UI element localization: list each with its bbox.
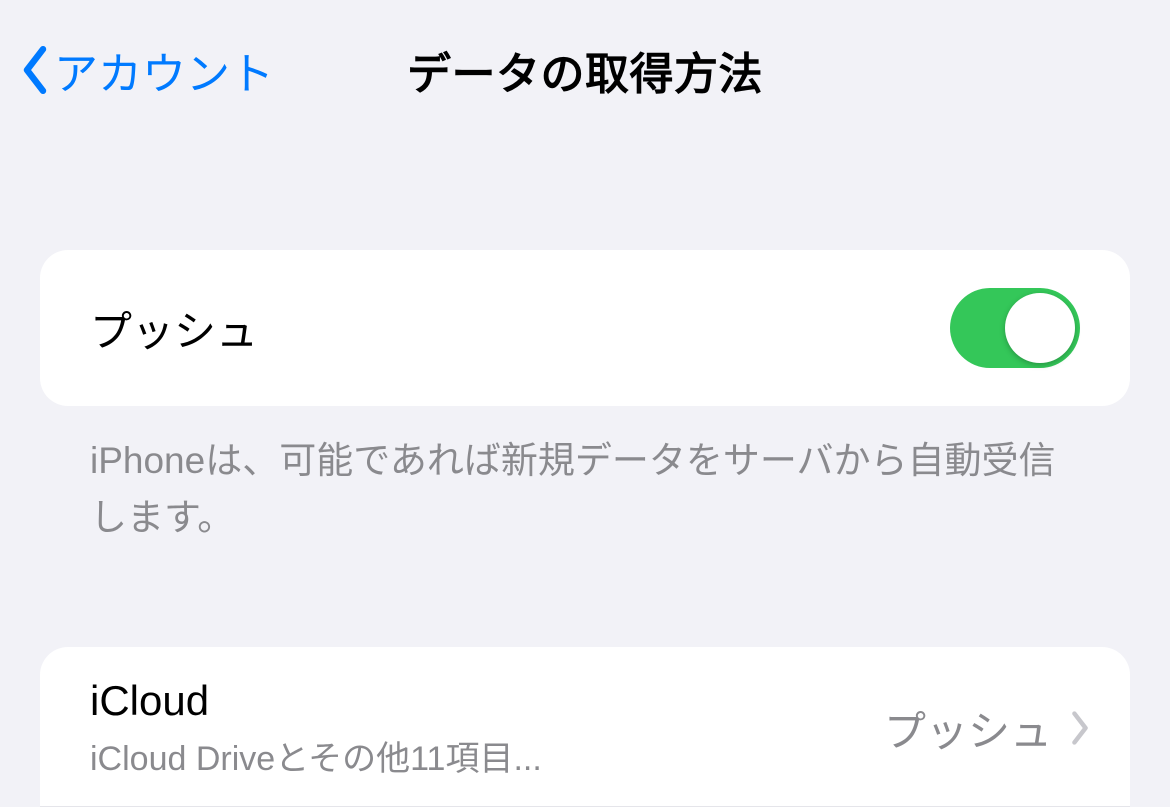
account-row-icloud[interactable]: iCloud iCloud Driveとその他11項目... プッシュ — [40, 647, 1130, 807]
account-subtitle: iCloud Driveとその他11項目... — [90, 731, 542, 780]
push-footer: iPhoneは、可能であれば新規データをサーバから自動受信します。 — [40, 406, 1130, 547]
account-right: プッシュ — [884, 698, 1090, 759]
content: プッシュ iPhoneは、可能であれば新規データをサーバから自動受信します。 i… — [0, 250, 1170, 807]
push-group: プッシュ — [40, 250, 1130, 406]
push-row: プッシュ — [40, 250, 1130, 406]
account-title: iCloud — [90, 677, 542, 725]
toggle-knob — [1005, 293, 1075, 363]
chevron-right-icon — [1070, 711, 1090, 745]
account-value: プッシュ — [884, 698, 1052, 759]
navbar: アカウント データの取得方法 — [0, 0, 1170, 140]
account-left: iCloud iCloud Driveとその他11項目... — [90, 677, 542, 780]
push-label: プッシュ — [90, 298, 258, 359]
back-button-label: アカウント — [54, 38, 274, 102]
push-toggle[interactable] — [950, 288, 1080, 368]
back-button[interactable]: アカウント — [20, 38, 274, 102]
accounts-group: iCloud iCloud Driveとその他11項目... プッシュ — [40, 647, 1130, 807]
chevron-left-icon — [20, 46, 50, 94]
